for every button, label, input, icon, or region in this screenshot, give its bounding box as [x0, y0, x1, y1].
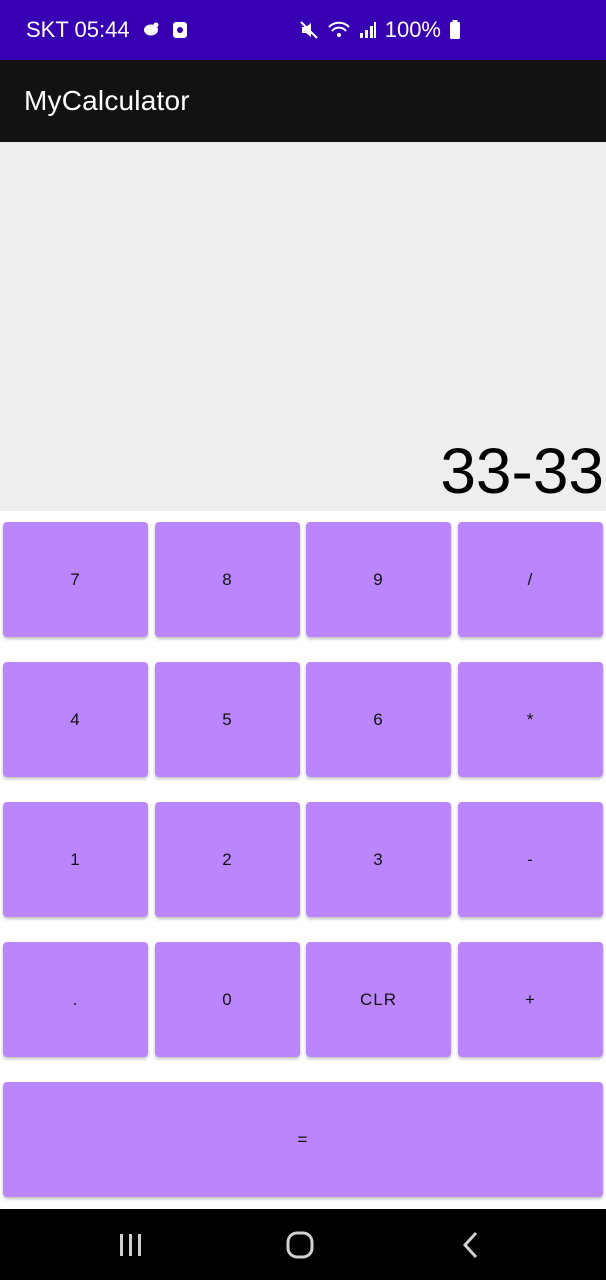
- app-title: MyCalculator: [24, 85, 190, 116]
- key-divide[interactable]: /: [458, 522, 603, 637]
- mute-icon: [299, 20, 319, 40]
- key-7[interactable]: 7: [3, 522, 148, 637]
- key-subtract[interactable]: -: [458, 802, 603, 917]
- status-bar: SKT 05:44 100%: [0, 0, 606, 60]
- key-5[interactable]: 5: [155, 662, 300, 777]
- recent-apps-icon[interactable]: [91, 1209, 171, 1280]
- battery-icon: [449, 20, 461, 40]
- notification-icon: [172, 21, 188, 39]
- home-icon[interactable]: [260, 1209, 340, 1280]
- display-expression: 33-33: [440, 435, 604, 507]
- chat-bubble-icon: [142, 22, 160, 38]
- key-2[interactable]: 2: [155, 802, 300, 917]
- key-equals[interactable]: =: [3, 1082, 603, 1197]
- key-0[interactable]: 0: [155, 942, 300, 1057]
- key-clear[interactable]: CLR: [306, 942, 451, 1057]
- carrier-time: SKT 05:44: [26, 17, 130, 42]
- signal-icon: [359, 21, 377, 39]
- key-6[interactable]: 6: [306, 662, 451, 777]
- key-multiply[interactable]: *: [458, 662, 603, 777]
- status-right: 100%: [299, 0, 461, 60]
- status-left: SKT 05:44: [26, 17, 188, 43]
- key-decimal[interactable]: .: [3, 942, 148, 1057]
- key-4[interactable]: 4: [3, 662, 148, 777]
- key-9[interactable]: 9: [306, 522, 451, 637]
- app-bar: MyCalculator: [0, 60, 606, 142]
- back-icon[interactable]: [430, 1209, 510, 1280]
- key-8[interactable]: 8: [155, 522, 300, 637]
- navigation-bar: [0, 1209, 606, 1280]
- calculator-display: 33-33: [0, 142, 606, 511]
- key-add[interactable]: +: [458, 942, 603, 1057]
- battery-percent: 100%: [384, 17, 441, 42]
- key-3[interactable]: 3: [306, 802, 451, 917]
- key-1[interactable]: 1: [3, 802, 148, 917]
- wifi-icon: [327, 20, 351, 40]
